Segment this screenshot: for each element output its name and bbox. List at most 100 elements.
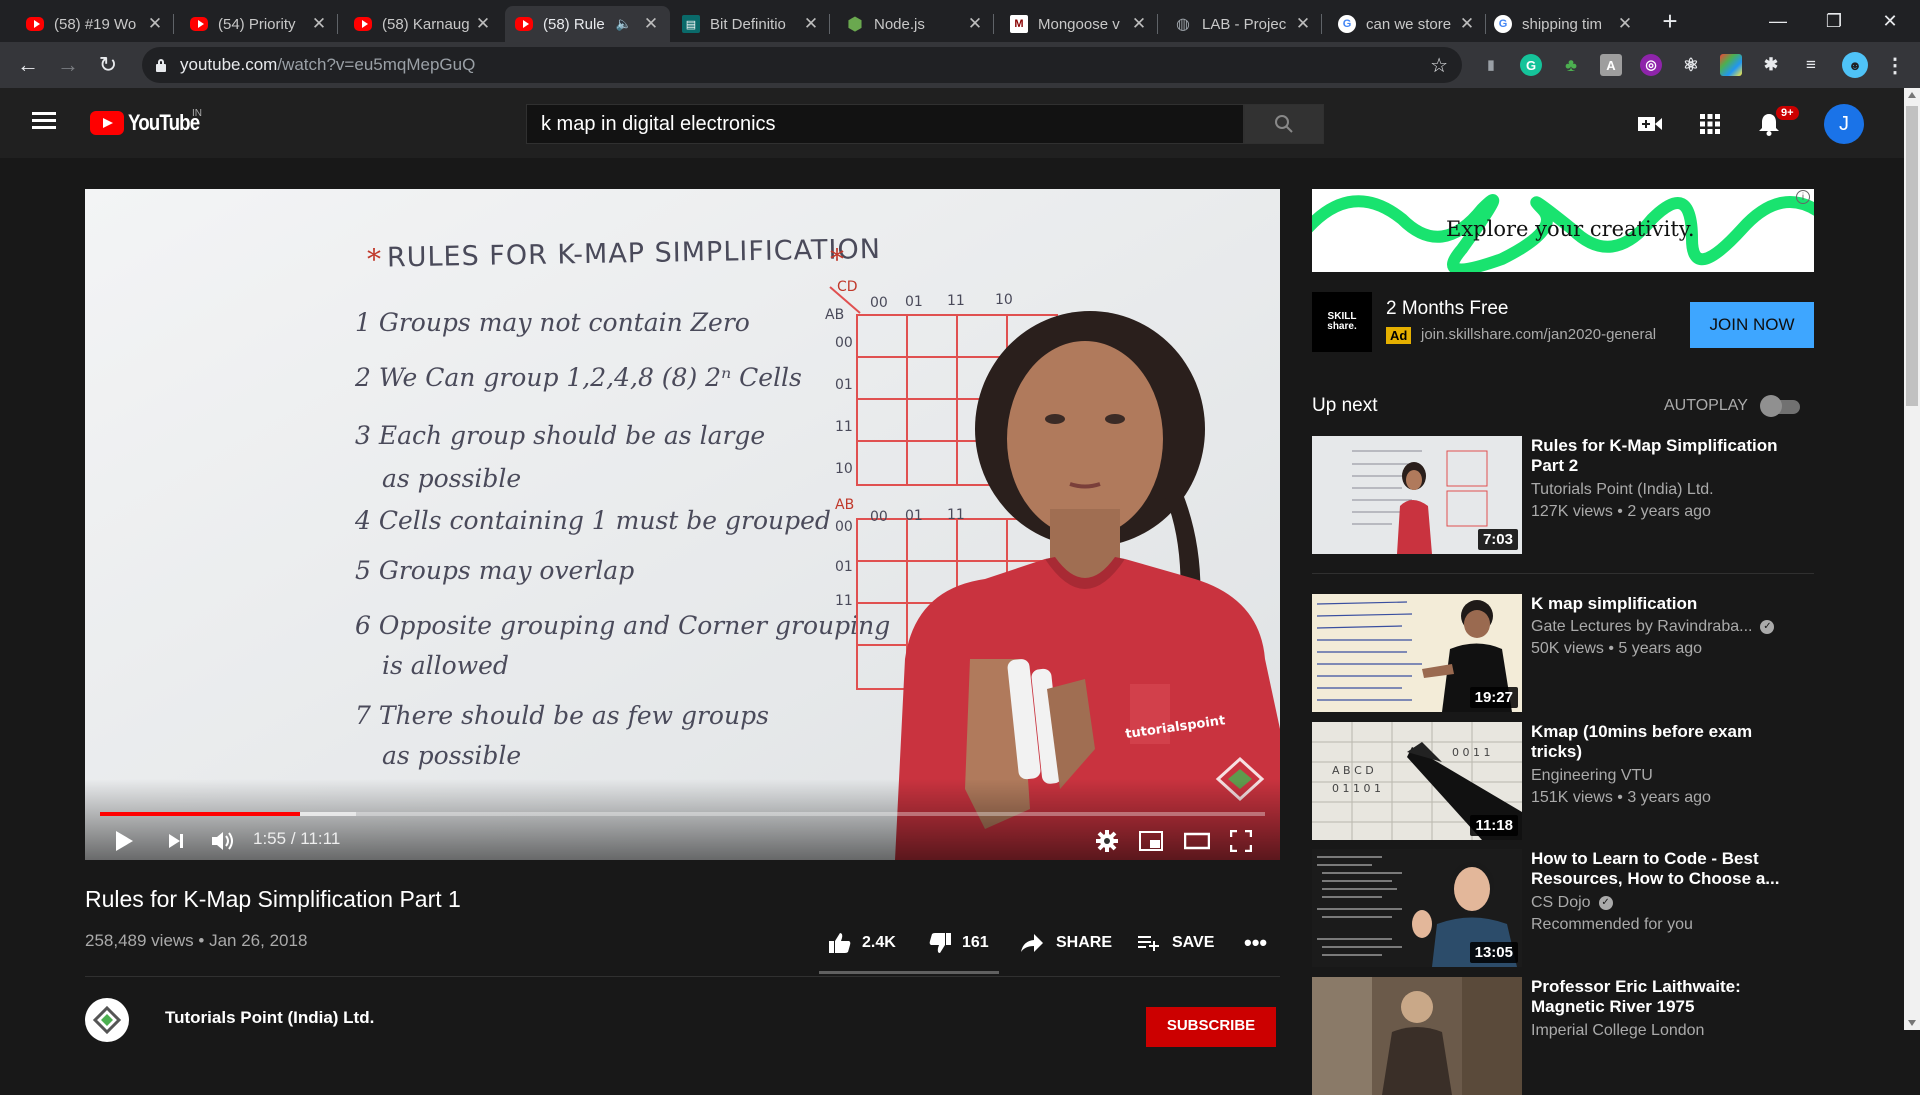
search-button[interactable] [1244, 104, 1324, 144]
recommendation-item[interactable]: 13:05 How to Learn to Code - Best Resour… [1312, 849, 1822, 967]
browser-tab[interactable]: M Mongoose v ✕ [1000, 6, 1158, 42]
video-thumbnail[interactable]: 7:03 [1312, 436, 1522, 554]
puzzle-icon[interactable]: ✱ [1760, 54, 1782, 76]
like-button[interactable]: 2.4K [828, 930, 896, 956]
browser-tab[interactable]: (58) Karnaug ✕ [344, 6, 502, 42]
recommendation-title[interactable]: Professor Eric Laithwaite: Magnetic Rive… [1531, 977, 1791, 1017]
volume-button[interactable] [207, 827, 239, 855]
close-icon[interactable]: ✕ [1294, 14, 1312, 34]
kmap-col-label: 01 [905, 508, 923, 524]
video-thumbnail[interactable]: A B C D 0 1 1 0 1 0 0 1 1 11:18 [1312, 722, 1522, 840]
browser-tab[interactable]: (54) Priority ✕ [180, 6, 338, 42]
channel-avatar[interactable] [85, 998, 129, 1042]
menu-icon[interactable] [32, 112, 56, 130]
recommendation-title[interactable]: Rules for K-Map Simplification Part 2 [1531, 436, 1791, 476]
divider [85, 976, 1280, 977]
join-now-button[interactable]: JOIN NOW [1690, 302, 1814, 348]
channel-name[interactable]: Tutorials Point (India) Ltd. [165, 1008, 374, 1028]
recommendation-channel[interactable]: Gate Lectures by Ravindraba... ✓ [1531, 618, 1775, 636]
up-next-heading: Up next [1312, 395, 1378, 416]
miniplayer-button[interactable] [1137, 827, 1165, 855]
lock-icon[interactable] [154, 58, 168, 72]
minimize-button[interactable]: — [1750, 0, 1806, 42]
scrollbar-thumb[interactable] [1906, 106, 1918, 406]
more-actions-icon[interactable]: ••• [1244, 930, 1267, 956]
grammarly-icon[interactable]: G [1520, 54, 1542, 76]
close-icon[interactable]: ✕ [1130, 14, 1148, 34]
recommendation-channel[interactable]: Engineering VTU [1531, 767, 1653, 785]
browser-tab[interactable]: G shipping tim ✕ [1484, 6, 1644, 42]
recommendation-title[interactable]: Kmap (10mins before exam tricks) [1531, 722, 1791, 762]
browser-tab[interactable]: G can we store ✕ [1328, 6, 1486, 42]
browser-menu-icon[interactable]: ⋮ [1884, 54, 1906, 77]
ad-info-icon[interactable]: i [1796, 190, 1810, 204]
close-icon[interactable]: ✕ [146, 14, 164, 34]
recommendation-title[interactable]: K map simplification [1531, 594, 1791, 614]
settings-button[interactable] [1093, 827, 1121, 855]
save-button[interactable]: SAVE [1138, 930, 1214, 956]
close-icon[interactable]: ✕ [802, 14, 820, 34]
autoplay-toggle[interactable] [1760, 395, 1802, 417]
share-button[interactable]: SHARE [1020, 930, 1112, 956]
close-icon[interactable]: ✕ [310, 14, 328, 34]
recommendation-channel[interactable]: CS Dojo ✓ [1531, 894, 1613, 912]
recommendation-item[interactable]: 7:03 Rules for K-Map Simplification Part… [1312, 436, 1822, 554]
recommendation-title[interactable]: How to Learn to Code - Best Resources, H… [1531, 849, 1791, 889]
recommendation-item[interactable]: Professor Eric Laithwaite: Magnetic Rive… [1312, 977, 1822, 1095]
media-control-icon[interactable]: ≡ [1800, 54, 1822, 76]
back-button[interactable]: ← [12, 50, 44, 80]
profile-avatar-icon[interactable]: ☻ [1842, 52, 1868, 78]
ad-title[interactable]: 2 Months Free [1386, 298, 1509, 320]
scroll-down-icon[interactable] [1908, 1020, 1916, 1026]
browser-tab[interactable]: ◍ LAB - Projec ✕ [1164, 6, 1322, 42]
ad-url[interactable]: join.skillshare.com/jan2020-general [1421, 326, 1656, 343]
svg-text:A B C D: A B C D [1332, 764, 1374, 777]
recommendation-channel[interactable]: Tutorials Point (India) Ltd. [1531, 481, 1714, 499]
browser-tab[interactable]: (58) #19 Wo ✕ [16, 6, 174, 42]
next-button[interactable] [161, 827, 191, 855]
close-icon[interactable]: ✕ [966, 14, 984, 34]
close-icon[interactable]: ✕ [1458, 14, 1476, 34]
subscribe-button[interactable]: SUBSCRIBE [1146, 1007, 1276, 1047]
video-player[interactable]: * RULES FOR K-MAP SIMPLIFICATION * 1 Gro… [85, 189, 1280, 860]
close-window-button[interactable]: ✕ [1862, 0, 1918, 42]
skillshare-logo[interactable]: SKILL share. [1312, 292, 1372, 352]
fullscreen-button[interactable] [1227, 827, 1255, 855]
scroll-up-icon[interactable] [1908, 92, 1916, 98]
browser-tab[interactable]: ⬢ Node.js ✕ [836, 6, 994, 42]
close-icon[interactable]: ✕ [642, 14, 660, 34]
recommendation-item[interactable]: 19:27 K map simplification Gate Lectures… [1312, 594, 1822, 712]
page-scrollbar[interactable] [1904, 88, 1920, 1030]
close-icon[interactable]: ✕ [1616, 14, 1634, 34]
video-thumbnail[interactable]: 13:05 [1312, 849, 1522, 967]
extension-icon[interactable]: ◎ [1640, 54, 1662, 76]
forward-button[interactable]: → [52, 50, 84, 80]
new-tab-button[interactable]: + [1655, 6, 1685, 36]
extension-icon[interactable]: ▮ [1480, 54, 1502, 76]
theater-mode-button[interactable] [1182, 827, 1212, 855]
extension-icon[interactable]: A [1600, 54, 1622, 76]
apps-grid-icon[interactable] [1696, 110, 1724, 138]
avatar[interactable]: J [1824, 104, 1864, 144]
maximize-button[interactable]: ❐ [1806, 0, 1862, 42]
recommendation-channel[interactable]: Imperial College London [1531, 1022, 1704, 1040]
speaker-icon[interactable]: 🔈 [616, 16, 632, 32]
search-input[interactable]: k map in digital electronics [526, 104, 1244, 144]
react-devtools-icon[interactable]: ⚛ [1680, 54, 1702, 76]
reload-button[interactable]: ↻ [92, 50, 124, 80]
video-thumbnail[interactable] [1312, 977, 1522, 1095]
video-thumbnail[interactable]: 19:27 [1312, 594, 1522, 712]
address-bar[interactable]: youtube.com/watch?v=eu5mqMepGuQ ☆ [142, 47, 1462, 83]
bookmark-star-icon[interactable]: ☆ [1430, 53, 1448, 78]
tree-icon[interactable]: ♣ [1560, 54, 1582, 76]
ad-banner[interactable]: Explore your creativity. [1312, 189, 1814, 272]
extension-icon[interactable] [1720, 54, 1742, 76]
youtube-logo[interactable]: YouTube IN [90, 108, 212, 136]
close-icon[interactable]: ✕ [474, 14, 492, 34]
create-video-icon[interactable] [1636, 110, 1664, 138]
recommendation-item[interactable]: A B C D 0 1 1 0 1 0 0 1 1 11:18 Kmap (10mi… [1312, 722, 1822, 840]
dislike-button[interactable]: 161 [928, 930, 989, 956]
play-button[interactable] [109, 827, 139, 855]
browser-tab-active[interactable]: (58) Rule 🔈 ✕ [505, 6, 670, 42]
browser-tab[interactable]: ▤ Bit Definitio ✕ [672, 6, 830, 42]
